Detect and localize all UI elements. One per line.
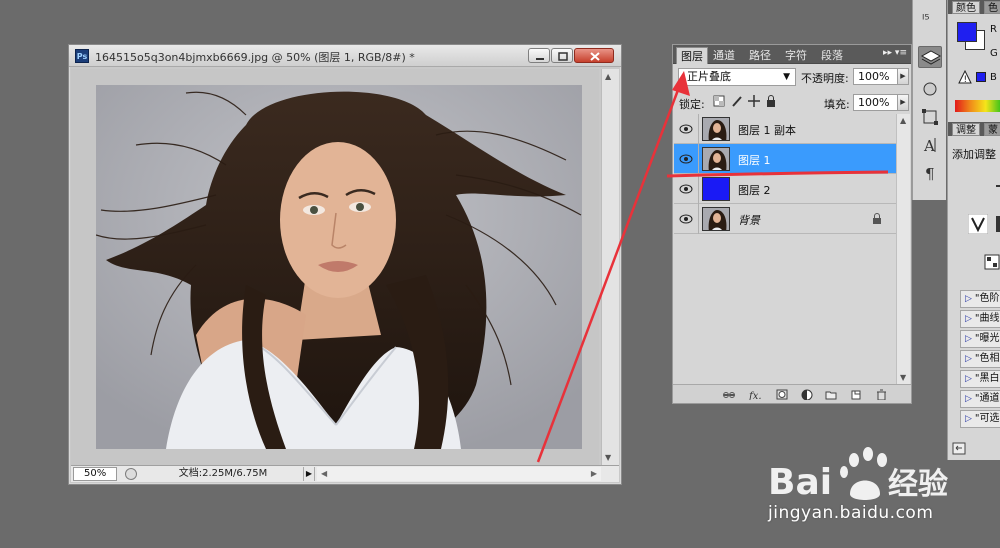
watermark-url: jingyan.baidu.com [768, 503, 934, 523]
foreground-color-swatch[interactable] [957, 22, 977, 42]
svg-text:Bai: Bai [768, 462, 832, 503]
red-underline-stroke [666, 170, 889, 178]
red-arrow-head [672, 71, 690, 96]
baidu-watermark-logo: Bai 经验 [768, 447, 948, 503]
red-arrow-line [536, 81, 683, 463]
svg-text:经验: 经验 [888, 467, 948, 502]
